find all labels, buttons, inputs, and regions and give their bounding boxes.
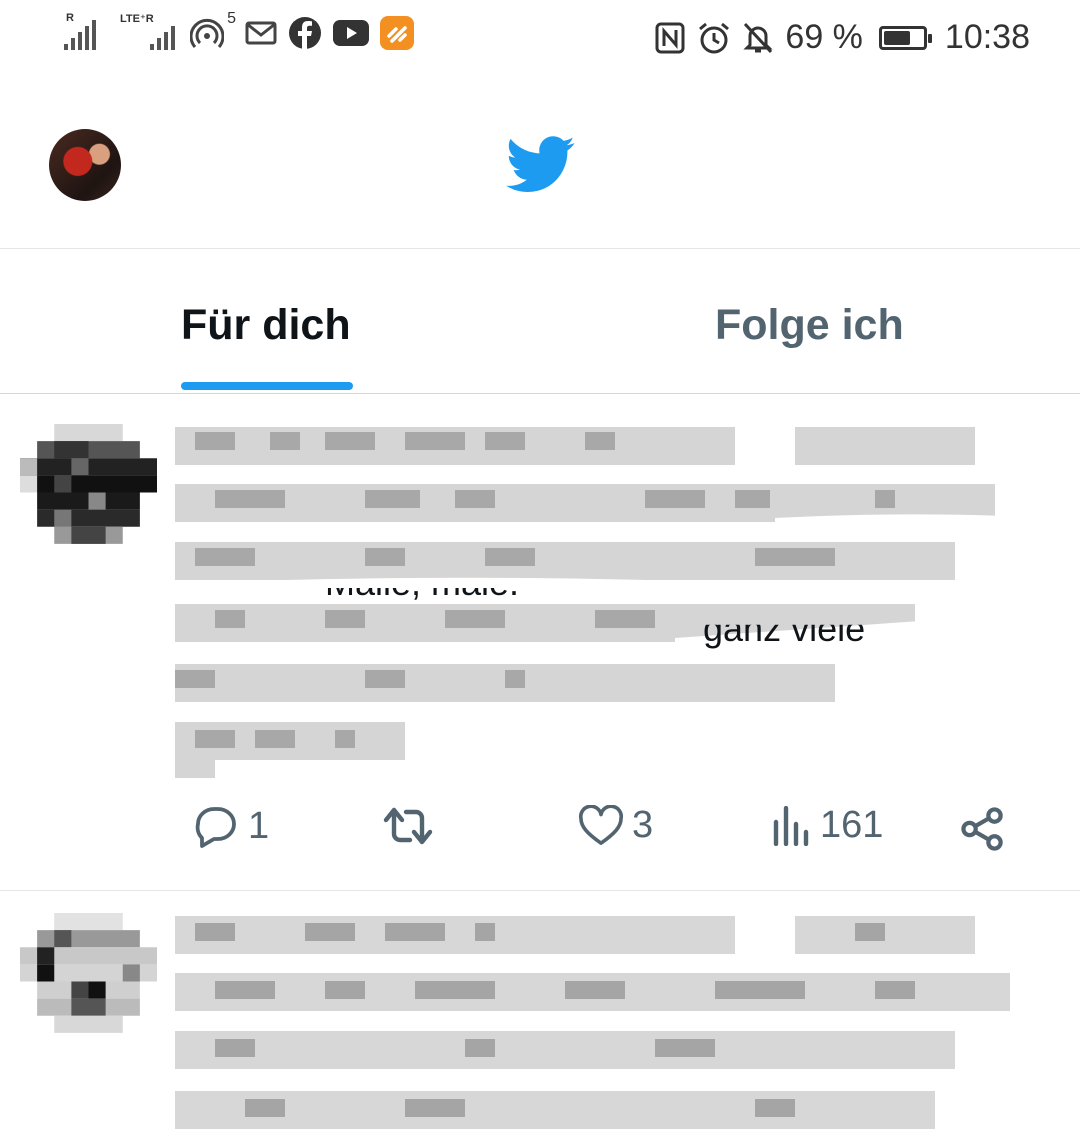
hotspot-icon: 5 [190,10,236,50]
heart-icon [578,804,624,845]
reply-button[interactable]: 1 [192,804,269,848]
bell-muted-icon [741,21,775,55]
clock: 10:38 [944,18,1030,56]
views-count: 161 [820,804,884,846]
reply-count: 1 [248,804,270,847]
facebook-icon [288,16,322,50]
tweet-text-redacted: Maile, male. ganz viele [175,424,1035,784]
active-tab-indicator [181,382,353,390]
mail-icon [244,16,278,50]
signal-lte-icon: LTE⁺R [120,13,180,50]
like-button[interactable]: 3 [578,804,653,847]
tweet[interactable] [0,891,1080,1131]
tab-for-you[interactable]: Für dich [181,301,351,350]
hotspot-count: 5 [227,10,236,27]
status-bar: R LTE⁺R 5 69 % 10:38 [0,0,1080,84]
youtube-icon [332,16,370,50]
signal-r-icon: R [64,12,102,50]
status-bar-right: 69 % 10:38 [653,18,1030,57]
battery-icon [878,25,932,50]
battery-fill [883,30,910,45]
like-count: 3 [632,804,654,846]
alarm-icon [697,21,731,55]
tweet-author-avatar[interactable] [20,913,157,1050]
profile-avatar[interactable] [49,129,121,201]
retweet-button[interactable] [380,804,444,848]
tweet-text-redacted [175,913,1035,1133]
tab-following[interactable]: Folge ich [715,301,904,350]
tweet-author-avatar[interactable] [20,424,157,561]
share-icon [961,807,1003,851]
share-button[interactable] [960,806,1006,852]
views-icon [773,805,809,846]
tweet[interactable]: Maile, male. ganz viele 1 3 161 [0,394,1080,891]
retweet-icon [383,807,433,845]
app-icon [380,16,414,50]
battery-percent: 69 % [785,18,863,56]
signal-r-tag: R [66,12,74,24]
reply-icon [195,807,236,848]
app-header [0,84,1080,249]
nfc-icon [653,21,687,55]
views-button[interactable]: 161 [772,804,883,847]
twitter-bird-icon[interactable] [505,136,577,194]
signal-lte-tag: LTE⁺R [120,13,154,25]
status-bar-left: R LTE⁺R 5 [64,10,414,50]
timeline-tabs: Für dich Folge ich [0,249,1080,394]
